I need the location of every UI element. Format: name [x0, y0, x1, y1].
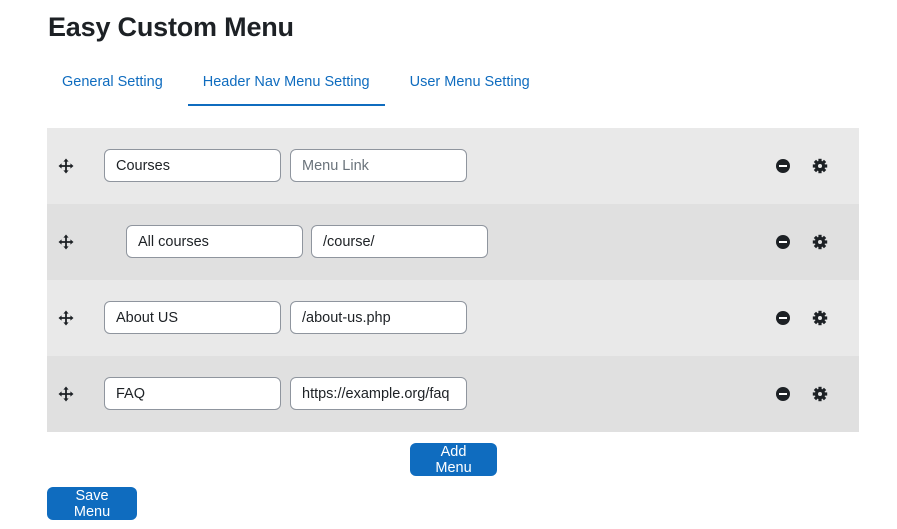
gear-icon[interactable]	[812, 234, 828, 250]
menu-link-input[interactable]	[290, 149, 467, 182]
menu-item-row	[47, 204, 859, 280]
menu-name-input[interactable]	[126, 225, 303, 258]
tab-header-nav-menu-setting[interactable]: Header Nav Menu Setting	[187, 60, 385, 106]
minus-circle-icon[interactable]	[775, 234, 791, 250]
menu-link-input[interactable]	[311, 225, 488, 258]
menu-name-input[interactable]	[104, 377, 281, 410]
menu-item-row	[47, 280, 859, 356]
page-title: Easy Custom Menu	[48, 12, 294, 42]
menu-item-row	[47, 128, 859, 204]
menu-items-list	[47, 128, 859, 432]
menu-name-input[interactable]	[104, 149, 281, 182]
menu-link-input[interactable]	[290, 301, 467, 334]
minus-circle-icon[interactable]	[775, 158, 791, 174]
menu-name-input[interactable]	[104, 301, 281, 334]
menu-item-row	[47, 356, 859, 432]
minus-circle-icon[interactable]	[775, 310, 791, 326]
move-arrows-icon[interactable]	[58, 310, 74, 326]
settings-tabs: General Setting Header Nav Menu Setting …	[47, 60, 545, 106]
tab-user-menu-setting[interactable]: User Menu Setting	[395, 60, 545, 106]
gear-icon[interactable]	[812, 158, 828, 174]
move-arrows-icon[interactable]	[58, 386, 74, 402]
minus-circle-icon[interactable]	[775, 386, 791, 402]
save-menu-button[interactable]: Save Menu	[47, 487, 137, 520]
tab-general-setting[interactable]: General Setting	[47, 60, 178, 106]
add-menu-button[interactable]: Add Menu	[410, 443, 497, 476]
move-arrows-icon[interactable]	[58, 158, 74, 174]
gear-icon[interactable]	[812, 310, 828, 326]
gear-icon[interactable]	[812, 386, 828, 402]
menu-link-input[interactable]	[290, 377, 467, 410]
move-arrows-icon[interactable]	[58, 234, 74, 250]
